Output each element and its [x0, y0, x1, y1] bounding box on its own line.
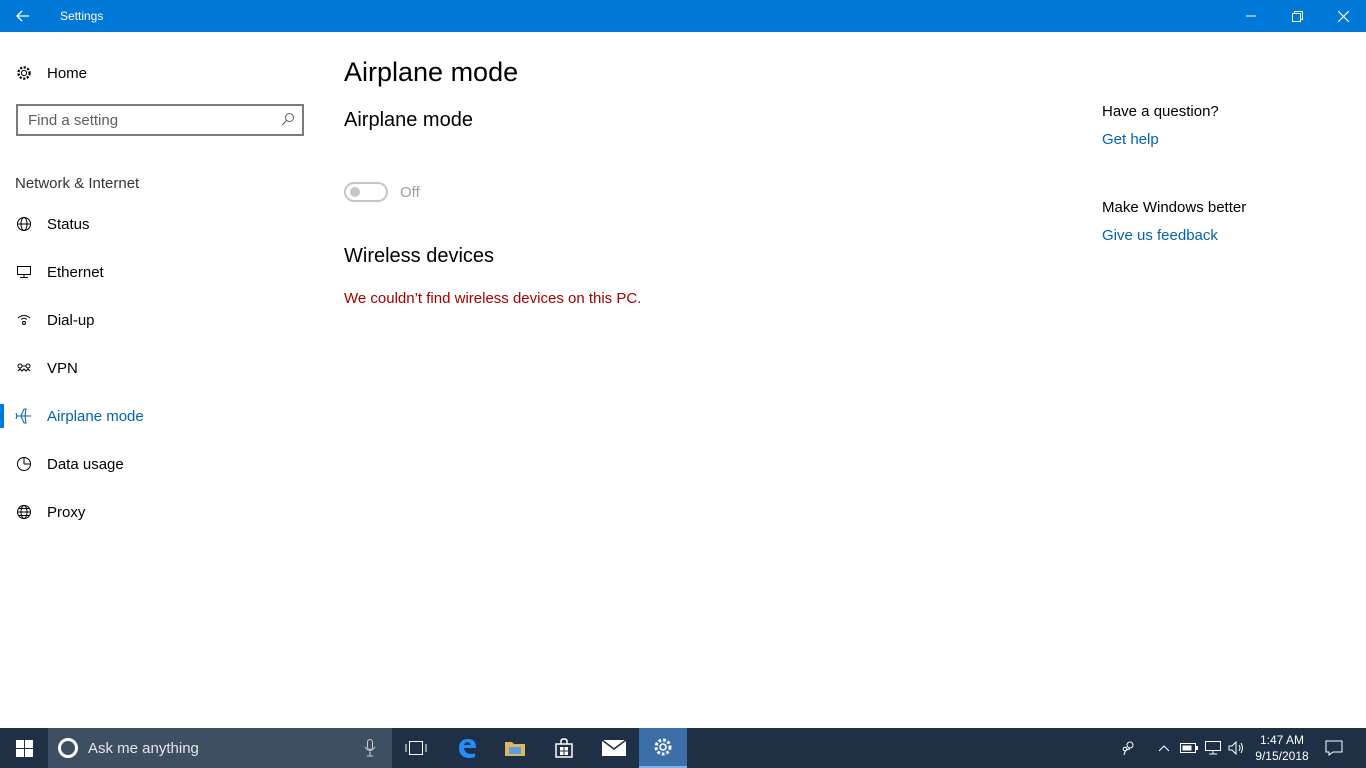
wireless-section-title: Wireless devices — [344, 245, 495, 267]
clock-time: 1:47 AM — [1259, 733, 1305, 747]
network-icon — [1205, 741, 1221, 755]
minimize-icon — [1246, 15, 1256, 17]
nav-home[interactable]: Home — [0, 56, 320, 90]
sidebar-item-data-usage[interactable]: Data usage — [0, 444, 320, 484]
toggle-state-label: Off — [400, 184, 420, 201]
search-placeholder: Find a setting — [28, 112, 119, 129]
cortana-icon — [58, 738, 78, 758]
title-bar: Settings — [0, 0, 1366, 32]
taskbar-search-box[interactable]: Ask me anything — [48, 728, 392, 768]
minimize-button[interactable] — [1228, 0, 1274, 32]
vpn-icon — [15, 359, 33, 377]
page-title: Airplane mode — [344, 57, 519, 87]
active-indicator — [0, 404, 4, 428]
restore-icon — [1291, 10, 1303, 22]
feedback-title: Make Windows better — [1102, 199, 1247, 216]
start-button[interactable] — [0, 728, 48, 768]
notification-icon — [1325, 740, 1343, 756]
sidebar-item-label: VPN — [47, 359, 78, 377]
network-button[interactable] — [1202, 728, 1224, 768]
back-button[interactable] — [0, 0, 46, 32]
edge-button[interactable] — [443, 728, 491, 768]
clock-date: 9/15/2018 — [1255, 749, 1309, 763]
airplane-icon — [15, 407, 33, 425]
gear-icon — [15, 64, 33, 82]
close-icon — [1337, 10, 1349, 22]
close-button[interactable] — [1320, 0, 1366, 32]
folder-icon — [505, 742, 525, 756]
volume-icon — [1228, 741, 1243, 755]
taskbar-search-placeholder: Ask me anything — [88, 740, 199, 757]
sidebar-item-dial-up[interactable]: Dial-up — [0, 300, 320, 340]
volume-button[interactable] — [1226, 728, 1248, 768]
back-arrow-icon — [16, 10, 29, 22]
file-explorer-button[interactable] — [491, 728, 539, 768]
globe-icon — [15, 503, 33, 521]
sidebar-item-label: Airplane mode — [47, 407, 144, 425]
action-center-button[interactable] — [1318, 728, 1350, 768]
edge-icon — [459, 739, 476, 758]
mail-button[interactable] — [590, 728, 638, 768]
sidebar-item-proxy[interactable]: Proxy — [0, 492, 320, 532]
sidebar: Home Find a setting Network & Internet S… — [0, 32, 320, 728]
taskbar: Ask me anything 1:47 AM 9/15/2018 — [0, 728, 1366, 768]
globe-status-icon — [15, 215, 33, 233]
airplane-section-title: Airplane mode — [344, 109, 473, 131]
sidebar-item-vpn[interactable]: VPN — [0, 348, 320, 388]
question-title: Have a question? — [1102, 103, 1219, 120]
people-button[interactable] — [1116, 728, 1142, 768]
airplane-mode-toggle[interactable] — [344, 182, 388, 202]
chevron-up-icon — [1158, 745, 1170, 752]
get-help-link[interactable]: Get help — [1102, 131, 1159, 148]
task-view-button[interactable] — [392, 728, 440, 768]
gear-icon — [654, 738, 672, 756]
battery-icon — [1180, 743, 1198, 753]
battery-button[interactable] — [1178, 728, 1200, 768]
microphone-icon[interactable] — [364, 739, 376, 762]
sidebar-item-label: Ethernet — [47, 263, 104, 281]
nav-home-label: Home — [47, 64, 88, 82]
task-view-icon — [405, 741, 427, 755]
sidebar-item-label: Proxy — [47, 503, 86, 521]
sidebar-item-airplane-mode[interactable]: Airplane mode — [0, 396, 320, 436]
store-icon — [555, 738, 573, 758]
restore-button[interactable] — [1274, 0, 1320, 32]
dialup-icon — [15, 311, 33, 329]
section-title: Network & Internet — [15, 175, 140, 192]
find-setting-input[interactable]: Find a setting — [16, 104, 304, 136]
sidebar-item-status[interactable]: Status — [0, 204, 320, 244]
ethernet-icon — [15, 263, 33, 281]
mail-icon — [602, 740, 626, 756]
settings-taskbar-button[interactable] — [639, 728, 687, 768]
pie-icon — [15, 455, 33, 473]
sidebar-item-label: Data usage — [47, 455, 124, 473]
search-icon[interactable] — [281, 112, 295, 131]
give-feedback-link[interactable]: Give us feedback — [1102, 227, 1218, 244]
toggle-knob — [350, 187, 360, 197]
windows-logo-icon — [15, 739, 33, 757]
wireless-error-message: We couldn’t find wireless devices on thi… — [344, 290, 642, 307]
window-title: Settings — [60, 9, 104, 23]
people-icon — [1122, 741, 1134, 756]
sidebar-item-label: Dial-up — [47, 311, 95, 329]
sidebar-item-ethernet[interactable]: Ethernet — [0, 252, 320, 292]
show-hidden-icons-button[interactable] — [1154, 728, 1174, 768]
store-button[interactable] — [540, 728, 588, 768]
sidebar-item-label: Status — [47, 215, 90, 233]
taskbar-clock[interactable]: 1:47 AM 9/15/2018 — [1250, 732, 1314, 764]
